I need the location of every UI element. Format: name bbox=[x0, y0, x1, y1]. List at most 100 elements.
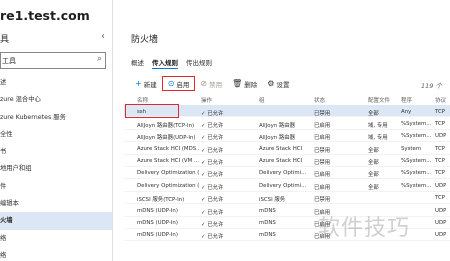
cell-name: Azure Stack HCI (VM ... bbox=[137, 158, 199, 165]
cell-protocol: TCP bbox=[435, 195, 445, 202]
cell-group: iSCSI 服务 bbox=[259, 197, 286, 204]
search-icon[interactable]: ⌕ bbox=[97, 54, 102, 64]
col-status[interactable]: 状态 bbox=[314, 96, 325, 104]
cell-protocol: UDP bbox=[435, 182, 447, 189]
ssh-row-highlight bbox=[125, 104, 179, 118]
cell-program: %System... bbox=[401, 158, 432, 165]
nav-item[interactable]: 述 bbox=[0, 74, 112, 91]
cell-action: 已允许 bbox=[207, 147, 224, 154]
delete-button[interactable]: 🗑 删除 bbox=[227, 76, 262, 91]
trash-icon: 🗑 bbox=[232, 79, 243, 88]
cell-status: 已禁用 bbox=[314, 147, 331, 154]
cell-protocol: UDP bbox=[435, 220, 447, 227]
gear-icon: ⚙ bbox=[267, 79, 275, 88]
cell-group: AllJoyn 路由器 bbox=[259, 135, 296, 142]
cell-action: 已允许 bbox=[207, 209, 224, 216]
tools-search-input[interactable]: 工具 ⌕ bbox=[0, 52, 106, 69]
nav-item[interactable]: 火墙 bbox=[0, 212, 112, 230]
cell-group: Delivery Optimi... bbox=[259, 182, 307, 189]
cell-protocol: TCP bbox=[435, 108, 445, 115]
cell-action: 已允许 bbox=[207, 122, 224, 129]
cell-name: Azure Stack HCI (MDS ... bbox=[137, 145, 199, 152]
tools-title: 具 bbox=[0, 35, 10, 45]
table-row[interactable]: Azure Stack HCI (VM ... ✓ 已允许 Azure Stack … bbox=[124, 155, 450, 167]
table-row[interactable]: Azure Stack HCI (MDS ... ✓ 已允许 Azure Stack… bbox=[124, 142, 450, 155]
nav-item[interactable]: 全性 bbox=[0, 126, 112, 143]
cell-group: Azure Stack HCI bbox=[259, 158, 303, 165]
tab-outbound-rules[interactable]: 传出规则 bbox=[186, 57, 212, 69]
cell-profile: 全部 bbox=[368, 147, 379, 154]
nav-item[interactable]: 书 bbox=[0, 143, 112, 160]
nav-item[interactable]: 件 bbox=[0, 178, 112, 195]
cell-name: Delivery Optimization (... bbox=[137, 182, 199, 189]
table-row[interactable]: iSCSI 服务(TCP-In) ✓ 已允许 iSCSI 服务 已禁用 TCP bbox=[124, 192, 450, 205]
cell-name: mDNS (UDP-In) bbox=[137, 232, 178, 239]
nav-item[interactable]: zure Kubernetes 服务 bbox=[0, 109, 112, 126]
cell-action-wrap: ✓ 已允许 bbox=[201, 146, 223, 154]
cell-protocol: UDP bbox=[435, 207, 447, 214]
rules-toolbar: + 新建 ⊙ 启用 ⊘ 禁用 🗑 删除 ⚙ 设置 bbox=[130, 75, 294, 92]
col-group[interactable]: 组 bbox=[259, 96, 265, 104]
cell-name: Delivery Optimization (... bbox=[137, 170, 199, 177]
cell-action: 已允许 bbox=[207, 222, 224, 229]
cell-group: mDNS bbox=[259, 232, 276, 239]
cell-action: 已允许 bbox=[207, 234, 224, 241]
cell-profile: 全部 bbox=[368, 160, 379, 167]
cell-protocol: UDP bbox=[435, 232, 447, 239]
cell-program: %System... bbox=[401, 120, 432, 127]
cell-name: AllJoyn 路由器(TCP-In) bbox=[137, 122, 195, 129]
col-action[interactable]: 操作 bbox=[201, 96, 212, 104]
cell-protocol: UDP bbox=[435, 133, 447, 140]
col-program[interactable]: 程序 bbox=[401, 96, 412, 104]
nav-item[interactable]: zure 混合中心 bbox=[0, 91, 112, 108]
cell-action-wrap: ✓ 已允许 bbox=[201, 170, 223, 178]
col-protocol[interactable]: 协议 bbox=[435, 96, 446, 104]
cell-name: iSCSI 服务(TCP-In) bbox=[137, 197, 185, 204]
nav-item[interactable]: 地用户和组 bbox=[0, 160, 112, 177]
cell-action-wrap: ✓ 已允许 bbox=[201, 158, 223, 166]
cell-profile: 域, 专用 bbox=[368, 122, 388, 129]
cell-profile: 全部 bbox=[368, 184, 379, 191]
cell-action: 已允许 bbox=[207, 184, 224, 191]
cell-action: 已允许 bbox=[207, 172, 224, 179]
cell-action-wrap: ✓ 已允许 bbox=[201, 133, 223, 141]
table-row[interactable]: Delivery Optimization (... ✓ 已允许 Delivery … bbox=[124, 167, 450, 180]
watermark: 软件技巧 bbox=[318, 216, 411, 241]
rule-count: 119 个 bbox=[421, 82, 442, 90]
cell-status: 已启用 bbox=[314, 172, 331, 179]
search-input-text: 工具 bbox=[2, 57, 16, 65]
cell-group: Delivery Optimi... bbox=[259, 170, 307, 177]
col-profile[interactable]: 配置文件 bbox=[368, 96, 390, 104]
nav-item[interactable]: 络 bbox=[0, 247, 112, 261]
cell-protocol: TCP bbox=[435, 120, 445, 127]
table-row[interactable]: Delivery Optimization (... ✓ 已允许 Delivery … bbox=[124, 179, 450, 192]
table-row[interactable]: AllJoyn 路由器(TCP-In) ✓ 已允许 AllJoyn 路由器 已启用 域,… bbox=[124, 117, 450, 130]
tab-inbound-rules[interactable]: 传入规则 bbox=[152, 57, 178, 69]
cell-name: mDNS (UDP-In) bbox=[137, 207, 178, 214]
cell-action-wrap: ✓ 已允许 bbox=[201, 195, 223, 203]
nav-item[interactable]: 编辑本 bbox=[0, 195, 112, 212]
settings-button[interactable]: ⚙ 设置 bbox=[262, 76, 294, 91]
enable-button[interactable]: ⊙ 启用 bbox=[161, 76, 196, 91]
cell-action-wrap: ✓ 已允许 bbox=[201, 232, 223, 240]
cell-status: 已禁用 bbox=[314, 110, 331, 117]
nav-item[interactable]: 络 bbox=[0, 230, 112, 247]
cell-program: %System... bbox=[401, 133, 432, 140]
cell-profile: 全部 bbox=[368, 110, 379, 117]
new-button[interactable]: + 新建 bbox=[130, 76, 162, 91]
delete-button-label: 删除 bbox=[244, 80, 258, 89]
cell-name: mDNS (UDP-In) bbox=[137, 220, 178, 227]
col-name[interactable]: 名称 bbox=[137, 96, 148, 104]
cell-protocol: TCP bbox=[435, 145, 445, 152]
cell-status: 已启用 bbox=[314, 184, 331, 191]
cell-action: 已允许 bbox=[207, 135, 224, 142]
collapse-chevron-icon[interactable]: ‹ bbox=[101, 31, 105, 42]
cell-action-wrap: ✓ 已允许 bbox=[201, 109, 223, 117]
cell-program: %System... bbox=[401, 170, 432, 177]
cell-protocol: TCP bbox=[435, 158, 445, 165]
table-row[interactable]: AllJoyn 路由器(UDP-In) ✓ 已允许 AllJoyn 路由器 已启用 域,… bbox=[124, 130, 450, 143]
disable-button[interactable]: ⊘ 禁用 bbox=[195, 76, 227, 91]
disable-icon: ⊘ bbox=[200, 79, 208, 88]
new-button-label: 新建 bbox=[143, 80, 157, 89]
tab-overview[interactable]: 概述 bbox=[131, 57, 144, 69]
